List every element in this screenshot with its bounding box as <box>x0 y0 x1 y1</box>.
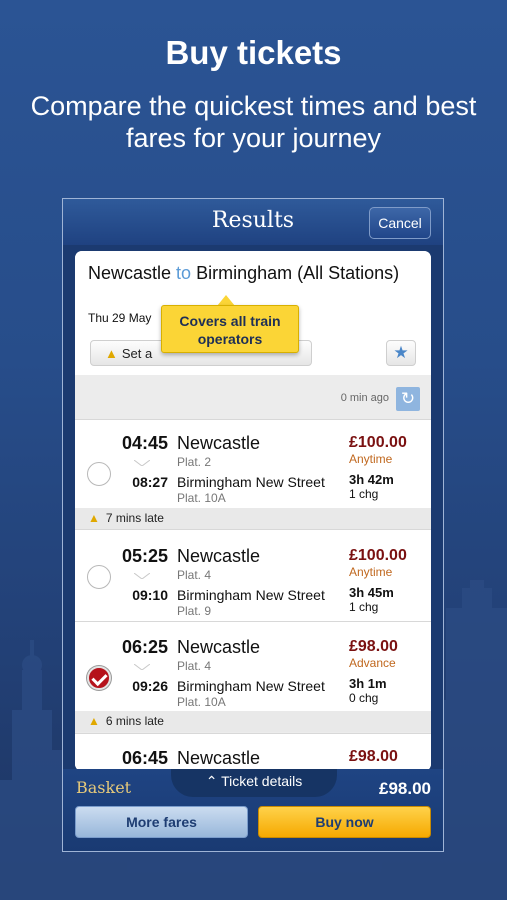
departure-station: Newcastle <box>177 637 261 657</box>
journey-duration: 3h 45m <box>349 585 394 600</box>
departure-platform: Plat. 4 <box>177 568 212 582</box>
arrival-station: Birmingham New Street <box>177 587 325 603</box>
refresh-button[interactable]: ↻ <box>396 387 420 411</box>
changes-count: 1 chg <box>349 600 379 614</box>
changes-count: 1 chg <box>349 487 379 501</box>
delay-text: 6 mins late <box>105 714 164 728</box>
departure-platform: Plat. 2 <box>177 455 212 469</box>
departure-station: Newcastle <box>177 748 261 768</box>
select-radio[interactable] <box>87 462 111 486</box>
chevron-up-icon: ⌃ <box>205 773 218 789</box>
route-label: Newcastle to Birmingham (All Stations) <box>88 261 418 285</box>
cancel-button[interactable]: Cancel <box>369 207 431 239</box>
warning-icon: ▲ <box>105 346 118 361</box>
journey-duration: 3h 42m <box>349 472 394 487</box>
arrival-platform: Plat. 9 <box>177 604 212 618</box>
arrival-time: 09:26 <box>132 678 168 694</box>
set-alert-label: Set a <box>121 346 153 361</box>
promo-subtitle: Compare the quickest times and best fare… <box>30 91 477 153</box>
fare-type: Advance <box>349 656 396 670</box>
promo-title: Buy tickets <box>165 34 342 71</box>
ticket-details-toggle[interactable]: ⌃ Ticket details <box>171 773 337 790</box>
refresh-icon: ↻ <box>400 389 416 408</box>
more-fares-button[interactable]: More fares <box>75 806 248 838</box>
last-updated: 0 min ago <box>340 392 389 404</box>
ticket-details-label: Ticket details <box>221 773 303 789</box>
departure-platform: Plat. 4 <box>177 659 212 673</box>
arrival-platform: Plat. 10A <box>177 491 226 505</box>
select-radio-checked[interactable] <box>87 666 111 690</box>
result-row[interactable]: 05:25 09:10 Newcastle Plat. 4 Birmingham… <box>75 529 431 621</box>
route-connector: to <box>176 263 192 283</box>
changes-count: 0 chg <box>349 691 379 705</box>
delay-text: 7 mins late <box>105 511 164 525</box>
chevron-down-icon <box>134 573 150 579</box>
basket-total: £98.00 <box>379 779 431 798</box>
journey-date: Thu 29 May <box>88 311 152 325</box>
departure-time: 06:45 <box>121 748 168 768</box>
fare-price: £98.00 <box>349 748 398 765</box>
arrival-station: Birmingham New Street <box>177 474 325 490</box>
result-row[interactable]: 04:45 08:27 Newcastle Plat. 2 Birmingham… <box>75 419 431 508</box>
fare-type: Anytime <box>349 565 393 579</box>
arrival-time: 09:10 <box>132 587 168 603</box>
departure-time: 06:25 <box>121 637 168 657</box>
results-panel: Newcastle to Birmingham (All Stations) T… <box>75 251 431 771</box>
select-radio[interactable] <box>87 565 111 589</box>
top-bar: Results Cancel <box>63 199 443 245</box>
basket-label: Basket <box>76 778 132 797</box>
arrival-time: 08:27 <box>132 474 168 490</box>
chevron-down-icon <box>134 664 150 670</box>
buy-now-button[interactable]: Buy now <box>258 806 431 838</box>
refresh-bar: 0 min ago ↻ <box>75 375 431 419</box>
delay-notice: ▲ 6 mins late <box>75 711 431 732</box>
fare-price: £100.00 <box>349 434 407 451</box>
fare-type: Anytime <box>349 452 393 466</box>
star-icon: ★ <box>393 343 409 362</box>
destination-station: Birmingham (All Stations) <box>196 263 400 283</box>
departure-time: 05:25 <box>121 546 168 566</box>
arrival-station: Birmingham New Street <box>177 678 325 694</box>
origin-station: Newcastle <box>88 263 172 283</box>
result-row[interactable]: 06:45 Newcastle £98.00 <box>75 733 431 771</box>
app-screen: Results Cancel Newcastle to Birmingham (… <box>62 198 444 852</box>
arrival-platform: Plat. 10A <box>177 695 226 709</box>
departure-station: Newcastle <box>177 546 261 566</box>
result-row[interactable]: 06:25 09:26 Newcastle Plat. 4 Birmingham… <box>75 621 431 711</box>
warning-icon: ▲ <box>88 714 100 728</box>
chevron-down-icon <box>134 460 150 466</box>
journey-duration: 3h 1m <box>349 676 387 691</box>
departure-time: 04:45 <box>121 433 168 453</box>
operators-tooltip: Covers all train operators <box>161 305 299 353</box>
warning-icon: ▲ <box>88 511 100 525</box>
fare-price: £100.00 <box>349 547 407 564</box>
favourite-button[interactable]: ★ <box>386 340 416 366</box>
journey-summary: Newcastle to Birmingham (All Stations) T… <box>75 251 431 375</box>
fare-price: £98.00 <box>349 638 398 655</box>
delay-notice: ▲ 7 mins late <box>75 508 431 529</box>
departure-station: Newcastle <box>177 433 261 453</box>
